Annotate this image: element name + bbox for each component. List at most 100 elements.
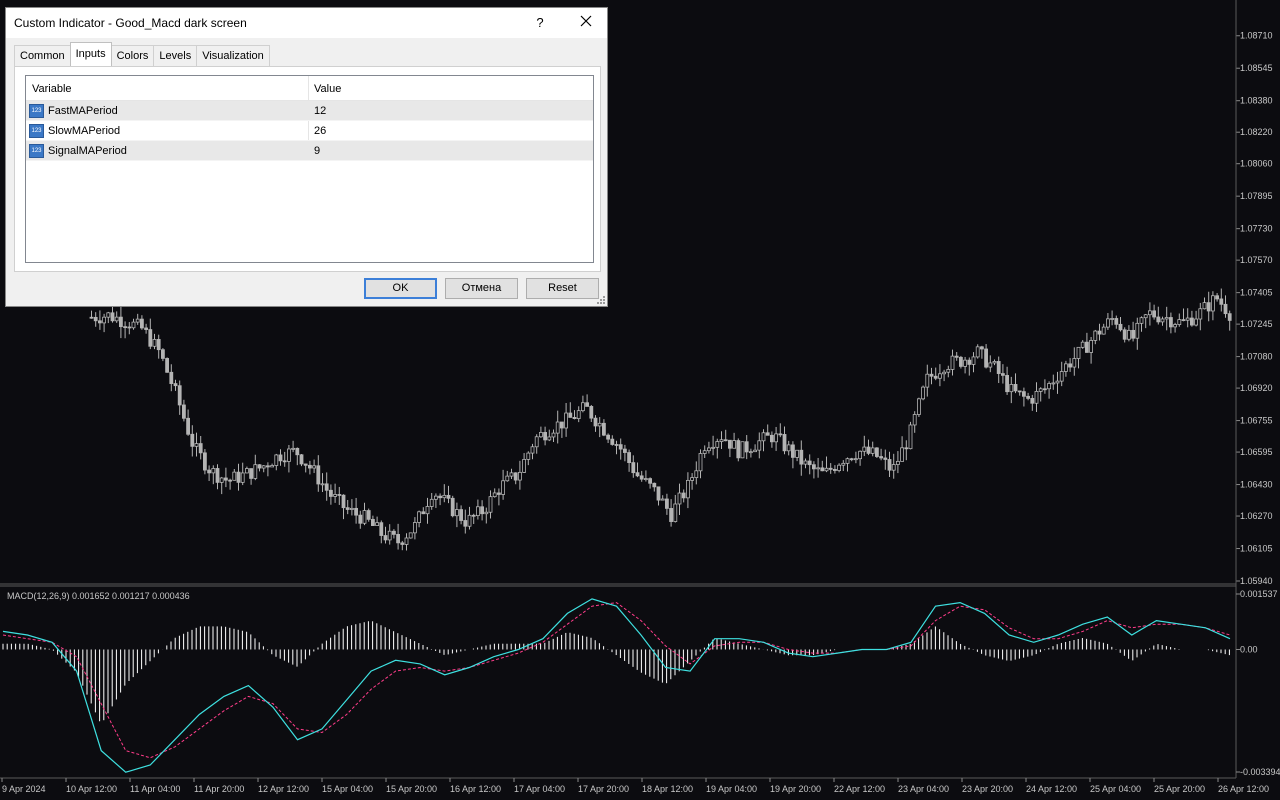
candle-body: [681, 492, 686, 499]
candle-body: [530, 446, 535, 454]
candle-body: [328, 489, 333, 497]
candle-body: [954, 355, 959, 358]
price-tick-label: 1.08060: [1240, 159, 1273, 169]
candle-body: [135, 318, 140, 323]
candle-body: [967, 359, 972, 365]
candle-body: [593, 417, 598, 427]
time-tick-label: 25 Apr 20:00: [1154, 784, 1205, 794]
ok-button[interactable]: OK: [364, 278, 437, 299]
candle-body: [711, 446, 715, 449]
time-tick-label: 26 Apr 12:00: [1218, 784, 1269, 794]
macd-tick-label: 0.001537: [1240, 589, 1278, 599]
candle-body: [576, 410, 581, 420]
candle-body: [370, 518, 375, 526]
table-row[interactable]: 123 SlowMAPeriod 26: [26, 121, 593, 141]
variable-value[interactable]: 9: [314, 145, 320, 157]
candle-body: [1131, 329, 1135, 339]
candle-body: [114, 316, 119, 322]
candle-body: [1009, 383, 1014, 393]
candle-body: [959, 356, 963, 367]
price-tick-label: 1.08710: [1240, 31, 1273, 41]
tab-common[interactable]: Common: [14, 45, 71, 67]
candle-body: [1055, 380, 1060, 384]
candle-body: [282, 460, 287, 463]
candle-body: [921, 386, 925, 400]
table-row[interactable]: 123 FastMAPeriod 12: [26, 101, 593, 121]
help-button[interactable]: ?: [526, 12, 554, 34]
candle-body: [1001, 373, 1005, 376]
candle-body: [543, 432, 547, 441]
candle-body: [375, 522, 380, 526]
candle-body: [131, 321, 136, 329]
candle-body: [106, 312, 111, 318]
candle-body: [307, 464, 312, 469]
candle-body: [1022, 391, 1026, 397]
candle-body: [862, 446, 867, 452]
candle-body: [119, 316, 123, 328]
candle-body: [202, 452, 207, 471]
time-tick-label: 12 Apr 12:00: [258, 784, 309, 794]
candle-body: [1181, 319, 1186, 322]
candle-body: [807, 460, 812, 466]
candle-body: [110, 312, 115, 322]
candle-body: [467, 514, 472, 527]
candle-body: [509, 472, 514, 477]
candle-body: [581, 402, 585, 412]
candle-body: [1026, 395, 1030, 399]
candle-body: [1013, 383, 1018, 392]
candle-body: [270, 465, 275, 468]
time-tick-label: 18 Apr 12:00: [642, 784, 693, 794]
candle-body: [938, 373, 942, 379]
close-button[interactable]: [572, 12, 600, 34]
candle-body: [278, 454, 283, 462]
variable-value[interactable]: 26: [314, 125, 326, 137]
tab-inputs[interactable]: Inputs: [69, 42, 112, 66]
tab-colors[interactable]: Colors: [110, 45, 155, 67]
column-header-value[interactable]: Value: [314, 83, 341, 95]
candle-body: [715, 441, 720, 448]
candle-body: [165, 358, 170, 373]
reset-button[interactable]: Reset: [526, 278, 599, 299]
candle-body: [345, 507, 350, 510]
tab-visualization[interactable]: Visualization: [196, 45, 270, 67]
time-tick-label: 19 Apr 20:00: [770, 784, 821, 794]
candle-body: [1072, 358, 1077, 368]
candle-body: [265, 465, 270, 468]
candle-body: [408, 532, 413, 539]
candle-body: [618, 444, 623, 450]
candle-body: [1135, 322, 1140, 339]
candle-body: [555, 421, 560, 434]
candle-body: [387, 530, 392, 541]
variable-value[interactable]: 12: [314, 105, 326, 117]
candle-body: [568, 412, 573, 418]
candle-body: [946, 369, 951, 373]
candle-body: [564, 412, 568, 429]
cancel-button[interactable]: Отмена: [445, 278, 518, 299]
column-header-variable[interactable]: Variable: [32, 83, 72, 95]
candle-body: [257, 464, 262, 469]
candle-body: [1211, 295, 1215, 312]
candle-body: [438, 495, 443, 499]
candle-body: [358, 514, 363, 524]
candle-body: [144, 327, 149, 330]
candle-body: [366, 510, 371, 520]
candle-body: [786, 444, 791, 452]
candle-body: [665, 498, 669, 509]
candle-body: [1198, 308, 1203, 320]
table-row[interactable]: 123 SignalMAPeriod 9: [26, 141, 593, 161]
candle-body: [198, 443, 203, 454]
candle-body: [446, 494, 451, 499]
tab-levels[interactable]: Levels: [153, 45, 198, 67]
candle-body: [139, 318, 144, 329]
candle-body: [1122, 329, 1127, 340]
candle-body: [774, 433, 778, 443]
candle-body: [883, 457, 888, 460]
candle-body: [597, 422, 602, 427]
resize-grip-icon[interactable]: [597, 296, 605, 304]
candle-body: [177, 385, 182, 406]
dialog-titlebar[interactable]: Custom Indicator - Good_Macd dark screen…: [6, 8, 607, 38]
candle-body: [631, 462, 636, 474]
candle-body: [1227, 313, 1232, 321]
candle-body: [362, 510, 367, 524]
integer-type-icon: 123: [29, 124, 44, 138]
